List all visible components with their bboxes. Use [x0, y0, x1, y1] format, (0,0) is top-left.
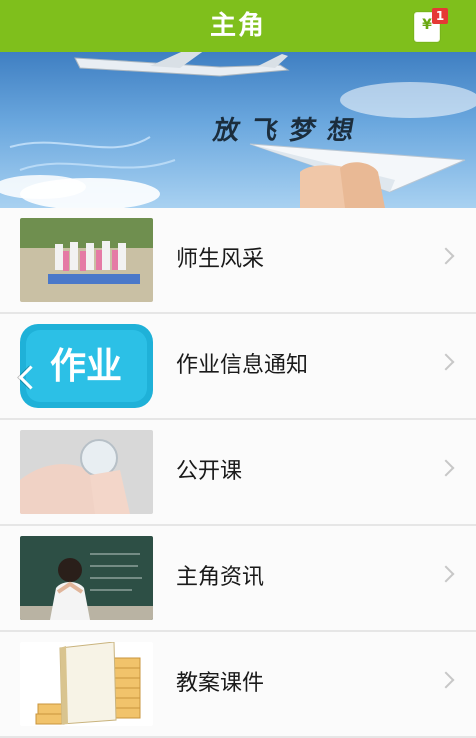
homework-icon-text: 作业 — [50, 346, 122, 387]
menu-item-label: 教案课件 — [176, 671, 265, 696]
menu-item-label: 师生风采 — [176, 247, 265, 272]
menu-item-homework[interactable]: 作业 作业信息通知 — [0, 314, 476, 420]
menu-list: 师生风采 作业 作业信息通知 公开课 主角资讯 教案课件 — [0, 208, 476, 738]
open-class-photo — [20, 430, 153, 514]
menu-item-label: 公开课 — [176, 459, 243, 484]
menu-item-lesson-plans[interactable]: 教案课件 — [0, 632, 476, 738]
airplane-icon — [74, 52, 290, 77]
students-photo — [20, 218, 153, 302]
menu-item-label: 作业信息通知 — [176, 353, 309, 378]
notification-badge: 1 — [432, 8, 448, 24]
menu-item-open-class[interactable]: 公开课 — [0, 420, 476, 526]
chevron-right-icon — [437, 671, 455, 689]
news-photo — [20, 536, 153, 620]
top-bar: 主角 ¥ 1 — [0, 0, 476, 52]
back-arrow-icon[interactable] — [14, 365, 40, 391]
chevron-right-icon — [437, 353, 455, 371]
chevron-right-icon — [437, 459, 455, 477]
menu-item-teachers-students[interactable]: 师生风采 — [0, 208, 476, 314]
banner-image[interactable]: 放飞梦想 — [0, 52, 476, 208]
books-photo — [20, 642, 153, 726]
banner-caption: 放飞梦想 — [210, 116, 369, 146]
wallet-button[interactable]: ¥ 1 — [412, 8, 448, 42]
menu-item-news[interactable]: 主角资讯 — [0, 526, 476, 632]
chevron-right-icon — [437, 565, 455, 583]
chevron-right-icon — [437, 247, 455, 265]
hand-icon — [300, 162, 385, 208]
menu-item-label: 主角资讯 — [176, 565, 265, 590]
page-title: 主角 — [209, 11, 266, 41]
